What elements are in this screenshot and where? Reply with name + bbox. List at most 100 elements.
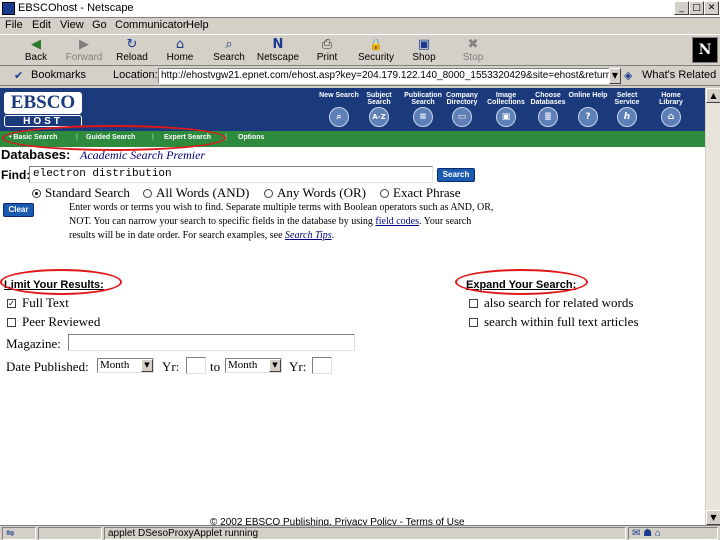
vertical-scrollbar[interactable]: ▲ ▼: [705, 88, 720, 525]
reload-button[interactable]: ↻ Reload: [110, 36, 154, 66]
find-input[interactable]: electron distribution: [29, 166, 433, 183]
window-title: EBSCOhost - Netscape: [18, 2, 134, 14]
year-from-label: Yr:: [162, 359, 180, 374]
security-label: Security: [357, 52, 395, 63]
expand-full-text-label: search within full text articles: [484, 314, 639, 329]
nav-label: Home Library: [659, 92, 683, 106]
annotation-oval-expand: [455, 269, 588, 295]
search-button-toolbar[interactable]: ⌕ Search: [207, 36, 251, 66]
radio-selected-icon[interactable]: [32, 188, 41, 198]
close-button[interactable]: ✕: [704, 1, 719, 15]
whats-related-button[interactable]: What's Related: [642, 69, 716, 81]
nav-label: Publication Search: [404, 92, 442, 106]
search-tips-link[interactable]: Search Tips: [285, 230, 332, 241]
menu-help[interactable]: Help: [186, 19, 209, 31]
location-toolbar: ✔ Bookmarks Location: http://ehostvgw21.…: [0, 66, 720, 86]
tab-options[interactable]: Options: [238, 134, 264, 141]
peer-reviewed-option[interactable]: Peer Reviewed: [7, 314, 100, 330]
clear-button[interactable]: Clear: [3, 203, 34, 217]
mode-any-words-label: Any Words (OR): [277, 185, 366, 200]
magazine-input[interactable]: [68, 334, 355, 351]
mode-standard[interactable]: Standard Search: [32, 185, 130, 201]
nav-home-library[interactable]: Home Library ⌂: [650, 92, 692, 130]
nav-company-directory[interactable]: Company Directory ▭: [441, 92, 483, 130]
databases-label: Databases:: [1, 147, 71, 162]
nav-select-service[interactable]: Select Service h: [606, 92, 648, 130]
full-text-option[interactable]: ✓ Full Text: [7, 295, 69, 311]
year-from-input[interactable]: [186, 357, 206, 374]
forward-label: Forward: [65, 52, 103, 63]
mode-all-words[interactable]: All Words (AND): [143, 185, 249, 201]
menu-file[interactable]: File: [5, 19, 23, 31]
mode-exact-phrase[interactable]: Exact Phrase: [380, 185, 461, 201]
month-to-select[interactable]: Month ▼: [225, 358, 282, 373]
stop-label: Stop: [462, 52, 484, 63]
menu-go[interactable]: Go: [92, 19, 107, 31]
radio-icon[interactable]: [143, 188, 152, 198]
directory-icon: ▭: [452, 107, 472, 127]
bookmark-icon: ✔: [14, 69, 24, 82]
menu-bar: File Edit View Go Communicator Help: [0, 18, 720, 34]
ebscohost-logo[interactable]: EBSCO HOST: [4, 92, 82, 127]
forward-button[interactable]: ▶ Forward: [62, 36, 106, 66]
nav-subject-search[interactable]: Subject Search A-Z: [358, 92, 400, 130]
home-button[interactable]: ⌂ Home: [158, 36, 202, 66]
page-footer[interactable]: © 2002 EBSCO Publishing. Privacy Policy …: [210, 517, 465, 525]
checkbox-icon[interactable]: [469, 298, 478, 308]
checkbox-icon[interactable]: [469, 317, 478, 327]
nav-publication-search[interactable]: Publication Search ≡: [402, 92, 444, 130]
nav-new-search[interactable]: New Search ⌕: [318, 92, 360, 130]
netscape-throbber-logo[interactable]: N: [692, 37, 718, 63]
radio-icon[interactable]: [380, 188, 389, 198]
back-button[interactable]: ◀ Back: [14, 36, 58, 66]
location-dropdown-icon[interactable]: ▼: [609, 68, 621, 84]
nav-label: Company Directory: [446, 92, 478, 106]
menu-communicator[interactable]: Communicator: [115, 19, 187, 31]
minimize-button[interactable]: _: [674, 1, 689, 15]
nav-choose-databases[interactable]: Choose Databases ≣: [527, 92, 569, 130]
home-label: Home: [166, 52, 194, 63]
month-from-select[interactable]: Month ▼: [97, 358, 154, 373]
scroll-up-icon[interactable]: ▲: [706, 88, 720, 103]
netscape-button[interactable]: N Netscape: [256, 36, 300, 66]
full-text-label: Full Text: [22, 295, 69, 310]
print-button[interactable]: ⎙ Print: [305, 36, 349, 66]
search-button[interactable]: Search: [437, 168, 475, 182]
nav-image-collections[interactable]: Image Collections ▣: [485, 92, 527, 130]
maximize-button[interactable]: □: [689, 1, 704, 15]
help-text-segment: NOT. You can narrow your search to speci…: [69, 216, 376, 227]
shop-icon: ▣: [417, 37, 431, 52]
expand-full-text-option[interactable]: search within full text articles: [469, 314, 639, 330]
radio-icon[interactable]: [264, 188, 273, 198]
year-to-label: Yr:: [289, 359, 307, 374]
help-text-line-1: Enter words or terms you wish to find. S…: [69, 202, 494, 213]
databases-icon: ≣: [538, 107, 558, 127]
checkbox-checked-icon[interactable]: ✓: [7, 298, 16, 308]
netscape-label: Netscape: [256, 52, 300, 63]
shop-button[interactable]: ▣ Shop: [402, 36, 446, 66]
stop-button[interactable]: ✖ Stop: [451, 36, 495, 66]
netscape-icon: N: [272, 37, 284, 52]
scroll-down-icon[interactable]: ▼: [706, 510, 720, 525]
expand-related-words-option[interactable]: also search for related words: [469, 295, 633, 311]
security-button[interactable]: 🔒 Security: [354, 36, 398, 66]
stop-icon: ✖: [467, 37, 479, 52]
print-icon: ⎙: [321, 37, 333, 52]
menu-edit[interactable]: Edit: [32, 19, 51, 31]
location-label: Location:: [113, 69, 158, 81]
nav-online-help[interactable]: Online Help?: [567, 92, 609, 130]
menu-view[interactable]: View: [60, 19, 84, 31]
field-codes-link[interactable]: field codes: [375, 216, 419, 227]
help-text-line-2: NOT. You can narrow your search to speci…: [69, 216, 471, 227]
publication-icon: ≡: [413, 107, 433, 127]
mode-any-words[interactable]: Any Words (OR): [264, 185, 366, 201]
checkbox-icon[interactable]: [7, 317, 16, 327]
connection-icon: ⇋: [2, 527, 36, 540]
shop-label: Shop: [412, 52, 436, 63]
databases-value-link[interactable]: Academic Search Premier: [80, 148, 205, 163]
date-published-label: Date Published:: [6, 359, 89, 374]
year-to-input[interactable]: [312, 357, 332, 374]
location-input[interactable]: http://ehostvgw21.epnet.com/ehost.asp?ke…: [158, 68, 610, 84]
whats-related-icon: ◈: [624, 69, 633, 82]
bookmarks-button[interactable]: Bookmarks: [31, 69, 86, 81]
